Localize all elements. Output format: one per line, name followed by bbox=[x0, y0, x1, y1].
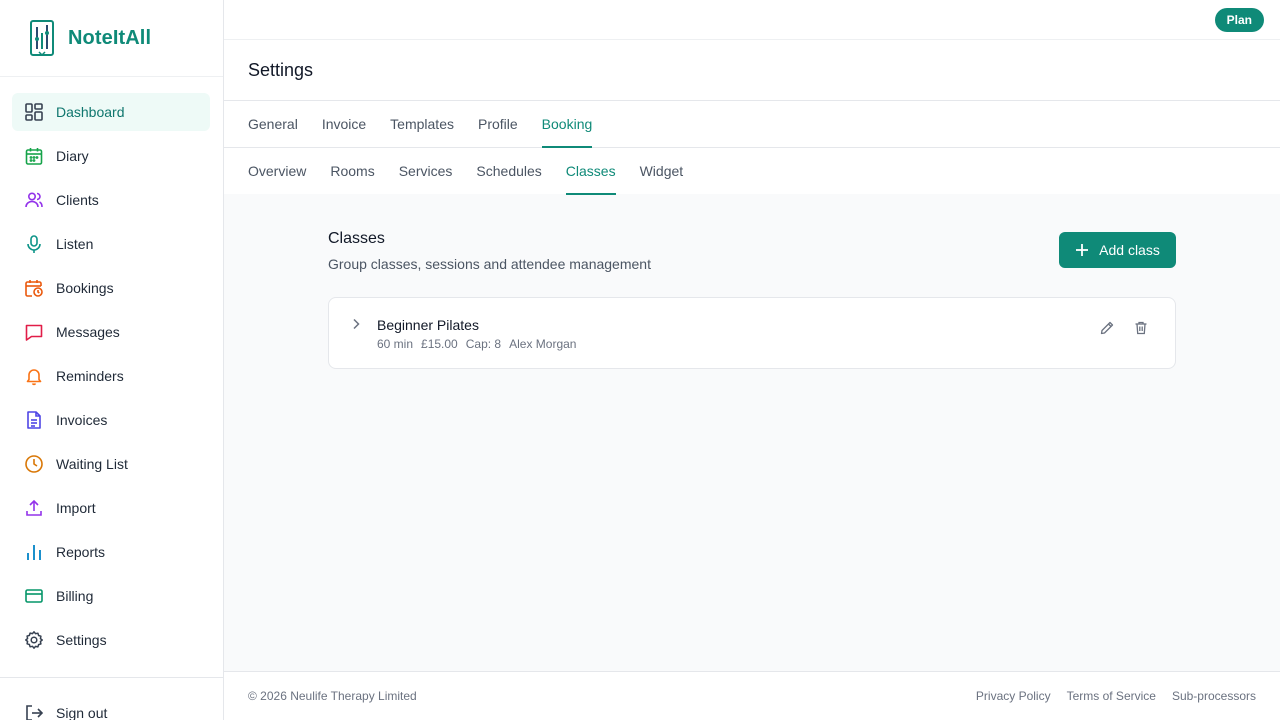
sidebar-item-billing[interactable]: Billing bbox=[12, 577, 210, 615]
class-duration: 60 min bbox=[377, 337, 414, 351]
edit-icon[interactable] bbox=[1099, 320, 1115, 336]
app-logo-icon bbox=[30, 20, 54, 57]
page-title: Settings bbox=[248, 59, 314, 80]
clock-icon bbox=[24, 454, 44, 474]
sign-out-label: Sign out bbox=[56, 705, 108, 720]
class-meta: 60 min £15.00 Cap: 8 Alex Morgan bbox=[377, 337, 584, 351]
sidebar-item-label: Billing bbox=[56, 588, 94, 604]
sidebar-item-bookings[interactable]: Bookings bbox=[12, 269, 210, 307]
sidebar-item-label: Reminders bbox=[56, 368, 124, 384]
sidebar-item-label: Import bbox=[56, 500, 96, 516]
sidebar-item-label: Reports bbox=[56, 544, 106, 560]
plan-button[interactable]: Plan bbox=[1214, 8, 1264, 32]
credit-card-icon bbox=[24, 586, 44, 606]
subtab-overview[interactable]: Overview bbox=[248, 148, 306, 194]
upload-icon bbox=[24, 498, 44, 518]
gear-icon bbox=[24, 630, 44, 650]
main-area: Plan Settings General Invoice Templates … bbox=[224, 0, 1280, 720]
sidebar-item-label: Waiting List bbox=[56, 456, 128, 472]
sidebar-item-label: Invoices bbox=[56, 412, 108, 428]
sub-processors-link[interactable]: Sub-processors bbox=[1172, 689, 1256, 703]
sidebar-item-waiting-list[interactable]: Waiting List bbox=[12, 445, 210, 483]
trash-icon[interactable] bbox=[1133, 320, 1149, 336]
privacy-policy-link[interactable]: Privacy Policy bbox=[976, 689, 1051, 703]
sidebar-item-label: Clients bbox=[56, 192, 99, 208]
tab-templates[interactable]: Templates bbox=[390, 101, 454, 147]
calendar-icon bbox=[24, 146, 44, 166]
sidebar: NoteItAll Dashboard Diary Clients Listen bbox=[0, 0, 224, 720]
sign-out-button[interactable]: Sign out bbox=[24, 703, 107, 720]
tab-invoice[interactable]: Invoice bbox=[322, 101, 366, 147]
sidebar-item-label: Bookings bbox=[56, 280, 114, 296]
sidebar-item-diary[interactable]: Diary bbox=[12, 137, 210, 175]
brand[interactable]: NoteItAll bbox=[0, 0, 223, 77]
section-title: Classes bbox=[328, 230, 385, 247]
sidebar-item-messages[interactable]: Messages bbox=[12, 313, 210, 351]
footer: © 2026 Neulife Therapy Limited Privacy P… bbox=[224, 671, 1280, 720]
chevron-right-icon[interactable] bbox=[349, 317, 363, 331]
class-instructor: Alex Morgan bbox=[509, 337, 577, 351]
sidebar-item-settings[interactable]: Settings bbox=[12, 621, 210, 659]
add-class-label: Add class bbox=[1099, 242, 1160, 258]
class-price: £15.00 bbox=[421, 337, 458, 351]
bell-icon bbox=[24, 366, 44, 386]
terms-of-service-link[interactable]: Terms of Service bbox=[1067, 689, 1156, 703]
sidebar-divider bbox=[0, 677, 223, 678]
booking-subtabs: Overview Rooms Services Schedules Classe… bbox=[224, 148, 1280, 195]
section-subtitle: Group classes, sessions and attendee man… bbox=[328, 256, 651, 272]
sidebar-item-label: Listen bbox=[56, 236, 94, 252]
settings-tabs: General Invoice Templates Profile Bookin… bbox=[224, 101, 1280, 148]
top-bar: Plan bbox=[224, 0, 1280, 40]
sidebar-item-dashboard[interactable]: Dashboard bbox=[12, 93, 210, 131]
subtab-schedules[interactable]: Schedules bbox=[476, 148, 541, 194]
footer-links: Privacy Policy Terms of Service Sub-proc… bbox=[960, 689, 1256, 703]
sidebar-item-clients[interactable]: Clients bbox=[12, 181, 210, 219]
subtab-classes[interactable]: Classes bbox=[565, 148, 616, 195]
sidebar-nav: Dashboard Diary Clients Listen Bookings bbox=[0, 77, 223, 659]
class-capacity: Cap: 8 bbox=[465, 337, 502, 351]
subtab-widget[interactable]: Widget bbox=[640, 148, 684, 194]
sidebar-item-invoices[interactable]: Invoices bbox=[12, 401, 210, 439]
app-name: NoteItAll bbox=[68, 26, 152, 49]
sidebar-item-reports[interactable]: Reports bbox=[12, 533, 210, 571]
tab-general[interactable]: General bbox=[248, 101, 298, 147]
subtab-rooms[interactable]: Rooms bbox=[330, 148, 374, 194]
sign-out-icon bbox=[24, 703, 44, 720]
subtab-services[interactable]: Services bbox=[399, 148, 453, 194]
dashboard-icon bbox=[24, 102, 44, 122]
message-icon bbox=[24, 322, 44, 342]
sidebar-item-label: Dashboard bbox=[56, 104, 125, 120]
sidebar-item-import[interactable]: Import bbox=[12, 489, 210, 527]
add-class-button[interactable]: Add class bbox=[1059, 232, 1176, 268]
document-icon bbox=[24, 410, 44, 430]
sidebar-item-label: Settings bbox=[56, 632, 107, 648]
sidebar-item-label: Diary bbox=[56, 148, 89, 164]
tab-booking[interactable]: Booking bbox=[541, 101, 592, 148]
sidebar-item-reminders[interactable]: Reminders bbox=[12, 357, 210, 395]
sidebar-item-listen[interactable]: Listen bbox=[12, 225, 210, 263]
class-name: Beginner Pilates bbox=[377, 317, 479, 333]
bar-chart-icon bbox=[24, 542, 44, 562]
plus-icon bbox=[1076, 244, 1089, 256]
class-row[interactable]: Beginner Pilates 60 min £15.00 Cap: 8 Alex … bbox=[328, 297, 1176, 369]
sidebar-item-label: Messages bbox=[56, 324, 120, 340]
tab-profile[interactable]: Profile bbox=[478, 101, 518, 147]
page-header: Settings bbox=[224, 40, 1280, 101]
users-icon bbox=[24, 190, 44, 210]
microphone-icon bbox=[24, 234, 44, 254]
copyright-text: © 2026 Neulife Therapy Limited bbox=[248, 689, 417, 703]
calendar-clock-icon bbox=[24, 278, 44, 298]
